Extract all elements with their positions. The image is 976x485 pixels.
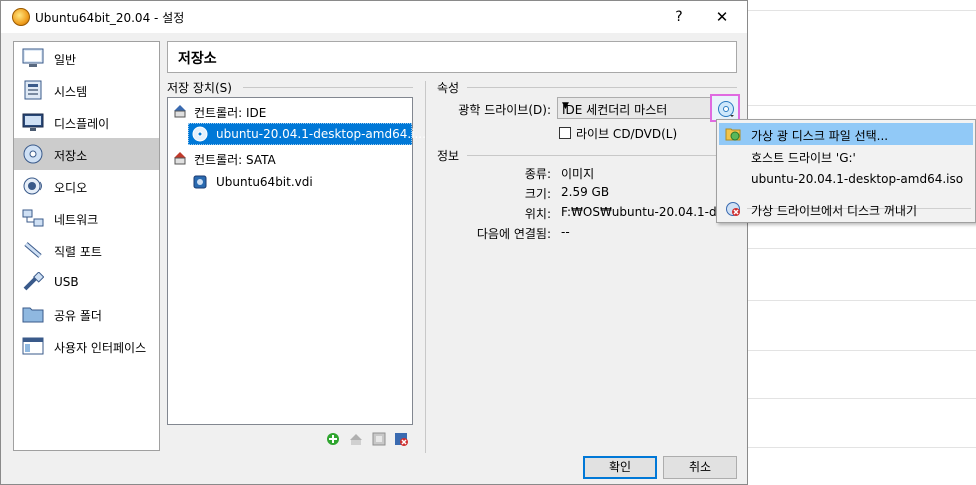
sidebar-item-system[interactable]: 시스템 — [14, 74, 159, 106]
serial-port-icon — [24, 242, 42, 258]
info-label: 정보 — [437, 149, 460, 163]
window-title: Ubuntu64bit_20.04 - 설정 — [35, 11, 185, 25]
live-cd-label: 라이브 CD/DVD(L) — [576, 127, 678, 141]
tree-item-controller-sata[interactable]: 컨트롤러: SATA — [168, 147, 412, 169]
info-type-value: 이미지 — [561, 167, 595, 181]
sidebar-item-storage[interactable]: 저장소 — [14, 138, 159, 170]
menu-item-label: 가상 광 디스크 파일 선택... — [751, 129, 889, 143]
folder-disc-icon — [725, 128, 741, 141]
tree-item-label: ubuntu-20.04.1-desktop-amd64.i... — [216, 127, 426, 141]
storage-tree[interactable]: 컨트롤러: IDE ubuntu-20.04.1-desktop-amd64.i… — [167, 97, 426, 425]
system-icon — [24, 80, 42, 100]
group-divider — [467, 155, 737, 156]
controller-icon — [174, 105, 186, 118]
info-location-label: 위치: — [524, 207, 551, 221]
eject-disc-icon — [726, 202, 740, 216]
info-location-value: F:₩OS₩ubuntu-20.04.1-des — [561, 205, 731, 219]
menu-item-label: 가상 드라이브에서 디스크 꺼내기 — [751, 204, 918, 218]
ok-button[interactable]: 확인 — [583, 456, 657, 479]
shared-folder-icon — [22, 307, 44, 323]
sidebar-item-label: 저장소 — [54, 149, 88, 163]
sidebar-item-user-interface[interactable]: 사용자 인터페이스 — [14, 330, 159, 362]
tree-item-controller-ide[interactable]: 컨트롤러: IDE — [168, 100, 412, 122]
settings-dialog: Ubuntu64bit_20.04 - 설정 ? ✕ 일반 시스템 디스플레이 … — [0, 0, 748, 485]
user-interface-icon — [22, 337, 44, 355]
sidebar-item-display[interactable]: 디스플레이 — [14, 106, 159, 138]
storage-icon — [23, 144, 43, 164]
sidebar-item-label: 오디오 — [54, 181, 88, 195]
info-attached-value: -- — [561, 225, 570, 239]
tree-item-label: 컨트롤러: IDE — [194, 106, 267, 120]
info-size-label: 크기: — [524, 187, 551, 201]
tree-item-optical-disc[interactable]: ubuntu-20.04.1-desktop-amd64.i... — [168, 123, 426, 145]
sidebar-item-network[interactable]: 네트워크 — [14, 202, 159, 234]
cancel-button[interactable]: 취소 — [663, 456, 737, 479]
background-window — [748, 0, 976, 485]
sidebar-item-usb[interactable]: USB — [14, 266, 159, 298]
group-divider — [467, 87, 737, 88]
audio-icon — [23, 177, 42, 195]
choose-disc-button[interactable] — [710, 94, 740, 122]
menu-item-label: ubuntu-20.04.1-desktop-amd64.iso — [751, 172, 964, 186]
menu-item-label: 호스트 드라이브 'G:' — [751, 151, 856, 165]
sidebar-item-shared-folder[interactable]: 공유 폴더 — [14, 298, 159, 330]
settings-sidebar: 일반 시스템 디스플레이 저장소 오디오 네트워크 직렬 포트 USB 공유 폴… — [13, 41, 160, 451]
group-divider — [243, 87, 413, 88]
info-type-label: 종류: — [524, 167, 551, 181]
page-title-box: 저장소 — [167, 41, 737, 73]
tree-item-hard-disk[interactable]: Ubuntu64bit.vdi — [168, 171, 412, 193]
general-icon — [22, 48, 44, 67]
menu-item-choose-disc-file[interactable]: 가상 광 디스크 파일 선택... — [719, 123, 973, 145]
help-button[interactable]: ? — [665, 5, 693, 29]
add-controller-icon[interactable] — [325, 431, 341, 447]
tree-item-label: Ubuntu64bit.vdi — [216, 175, 313, 189]
add-attachment-icon[interactable] — [371, 431, 387, 447]
sidebar-item-label: 네트워크 — [54, 213, 99, 227]
sidebar-item-audio[interactable]: 오디오 — [14, 170, 159, 202]
close-button[interactable]: ✕ — [705, 5, 739, 29]
info-size-value: 2.59 GB — [561, 185, 610, 199]
controller-icon — [174, 152, 186, 165]
optical-disc-icon — [192, 126, 208, 142]
live-cd-checkbox[interactable] — [559, 127, 571, 139]
menu-item-host-drive[interactable]: 호스트 드라이브 'G:' — [719, 145, 973, 167]
page-title: 저장소 — [178, 51, 217, 67]
panel-divider — [425, 81, 426, 453]
title-bar: Ubuntu64bit_20.04 - 설정 ? ✕ — [1, 1, 747, 33]
storage-devices-label: 저장 장치(S) — [167, 81, 232, 95]
network-icon — [22, 209, 44, 227]
optical-disc-menu-icon — [718, 101, 734, 117]
usb-icon — [23, 272, 44, 291]
sidebar-item-label: 디스플레이 — [54, 117, 110, 131]
optical-drive-label: 광학 드라이브(D): — [458, 103, 551, 117]
tree-item-label: 컨트롤러: SATA — [194, 153, 276, 167]
disc-context-menu: 가상 광 디스크 파일 선택... 호스트 드라이브 'G:' ubuntu-2… — [716, 119, 976, 223]
sidebar-item-label: 사용자 인터페이스 — [54, 341, 147, 355]
sidebar-item-label: 직렬 포트 — [54, 245, 102, 259]
menu-item-eject-disc[interactable]: 가상 드라이브에서 디스크 꺼내기 — [719, 198, 973, 220]
attributes-label: 속성 — [437, 81, 460, 95]
sidebar-item-label: 공유 폴더 — [54, 309, 102, 323]
hard-disk-icon — [193, 175, 207, 189]
info-attached-label: 다음에 연결됨: — [476, 227, 551, 241]
display-icon — [22, 113, 44, 131]
sidebar-item-label: 시스템 — [54, 85, 88, 99]
sidebar-item-serial-port[interactable]: 직렬 포트 — [14, 234, 159, 266]
optical-drive-select[interactable]: IDE 세컨더리 마스터 ▼ — [557, 97, 713, 119]
sidebar-item-label: USB — [54, 275, 79, 289]
sidebar-item-general[interactable]: 일반 — [14, 42, 159, 74]
menu-item-iso-file[interactable]: ubuntu-20.04.1-desktop-amd64.iso — [719, 168, 973, 190]
remove-attachment-icon[interactable] — [393, 431, 409, 447]
remove-controller-icon[interactable] — [348, 431, 364, 447]
virtualbox-icon — [12, 8, 30, 26]
sidebar-item-label: 일반 — [54, 53, 77, 67]
chevron-down-icon: ▼ — [562, 101, 569, 111]
